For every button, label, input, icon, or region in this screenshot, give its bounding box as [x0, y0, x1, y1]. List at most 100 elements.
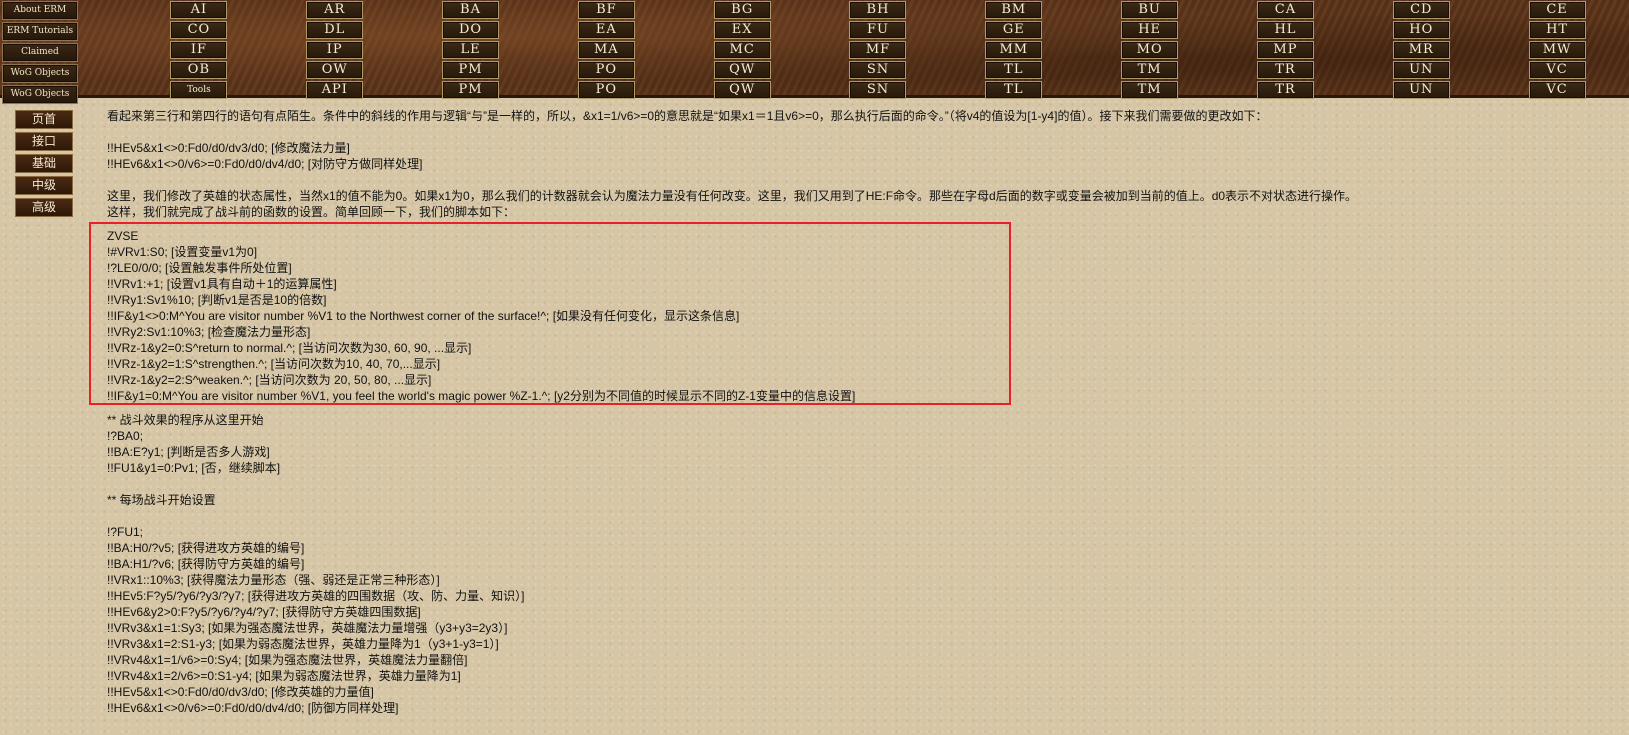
receiver-button-bm[interactable]: BM: [985, 1, 1043, 19]
side-nav-basic[interactable]: 基础: [15, 154, 73, 173]
grid-cell: PO: [538, 61, 674, 79]
receiver-button-tl[interactable]: TL: [985, 61, 1043, 79]
receiver-button-un[interactable]: UN: [1392, 61, 1450, 79]
nav-claimed[interactable]: Claimed: [2, 43, 78, 62]
grid-cell: SN: [810, 81, 946, 99]
script-line: !!HEv5:F?y5/?y6/?y3/?y7; [获得进攻方英雄的四围数据（攻…: [107, 589, 525, 603]
receiver-button-ho[interactable]: HO: [1392, 21, 1450, 39]
receiver-button-hl[interactable]: HL: [1256, 21, 1314, 39]
receiver-button-ob[interactable]: OB: [170, 61, 228, 79]
receiver-button-if[interactable]: IF: [170, 41, 228, 59]
receiver-button-tm[interactable]: TM: [1121, 61, 1179, 79]
script-line: !!VRy2:Sv1:10%3; [检查魔法力量形态]: [107, 325, 311, 339]
grid-cell: UN: [1353, 61, 1489, 79]
receiver-button-ba[interactable]: BA: [442, 1, 500, 19]
receiver-button-mo[interactable]: MO: [1121, 41, 1179, 59]
script-line: !!VRv4&x1=2/v6>=0:S1-y4; [如果为弱态魔法世界，英雄力量…: [107, 669, 461, 683]
receiver-button-ca[interactable]: CA: [1256, 1, 1314, 19]
receiver-button-tl[interactable]: TL: [985, 81, 1043, 99]
nav-about-erm[interactable]: About ERM: [2, 1, 78, 20]
script-line: !?BA0;: [107, 429, 144, 443]
receiver-button-co[interactable]: CO: [170, 21, 228, 39]
receiver-button-ar[interactable]: AR: [306, 1, 364, 19]
side-nav-top[interactable]: 页首: [15, 110, 73, 129]
receiver-button-bf[interactable]: BF: [577, 1, 635, 19]
receiver-button-pm[interactable]: PM: [442, 81, 500, 99]
receiver-button-ma[interactable]: MA: [577, 41, 635, 59]
grid-cell: PM: [403, 61, 539, 79]
grid-cell: BU: [1082, 1, 1218, 19]
grid-cell: IF: [131, 41, 267, 59]
grid-cell: TL: [946, 81, 1082, 99]
nav-wog-objects[interactable]: WoG Objects: [2, 64, 78, 83]
receiver-button-un[interactable]: UN: [1392, 81, 1450, 99]
receiver-button-ip[interactable]: IP: [306, 41, 364, 59]
receiver-button-bu[interactable]: BU: [1121, 1, 1179, 19]
side-nav-intermediate[interactable]: 中级: [15, 176, 73, 195]
code-line: !!HEv6&x1<>0/v6>=0:Fd0/d0/dv4/d0; [对防守方做…: [107, 157, 423, 171]
receiver-button-tr[interactable]: TR: [1256, 61, 1314, 79]
receiver-button-qw[interactable]: QW: [713, 61, 771, 79]
receiver-button-mr[interactable]: MR: [1392, 41, 1450, 59]
receiver-button-dl[interactable]: DL: [306, 21, 364, 39]
script-line: !!VRy1:Sv1%10; [判断v1是否是10的倍数]: [107, 293, 327, 307]
grid-cell: BF: [538, 1, 674, 19]
receiver-button-sn[interactable]: SN: [849, 81, 907, 99]
receiver-button-bh[interactable]: BH: [849, 1, 907, 19]
receiver-button-tr[interactable]: TR: [1256, 81, 1314, 99]
receiver-button-bg[interactable]: BG: [713, 1, 771, 19]
receiver-button-cd[interactable]: CD: [1392, 1, 1450, 19]
receiver-button-ea[interactable]: EA: [577, 21, 635, 39]
grid-cell: BH: [810, 1, 946, 19]
nav-wog-objects-2[interactable]: WoG Objects: [2, 85, 78, 104]
grid-cell: AR: [267, 1, 403, 19]
script-line: !!VRz-1&y2=2:S^weaken.^; [当访问次数为 20, 50,…: [107, 373, 432, 387]
grid-cell: TR: [1218, 81, 1354, 99]
receiver-button-ge[interactable]: GE: [985, 21, 1043, 39]
receiver-button-ai[interactable]: AI: [170, 1, 228, 19]
script-line: !!VRx1::10%3; [获得魔法力量形态（强、弱还是正常三种形态）]: [107, 573, 440, 587]
script-line: !!VRv4&x1=1/v6>=0:Sy4; [如果为强态魔法世界，英雄魔法力量…: [107, 653, 468, 667]
receiver-button-ce[interactable]: CE: [1528, 1, 1586, 19]
receiver-button-api[interactable]: API: [306, 81, 364, 99]
explanation-paragraph: 这里，我们修改了英雄的状态属性，当然x1的值不能为0。如果x1为0，那么我们的计…: [107, 189, 1358, 203]
receiver-button-po[interactable]: PO: [577, 81, 635, 99]
grid-cell: DO: [403, 21, 539, 39]
receiver-button-ow[interactable]: OW: [306, 61, 364, 79]
receiver-button-ex[interactable]: EX: [713, 21, 771, 39]
script-line: ** 战斗效果的程序从这里开始: [107, 413, 264, 427]
receiver-button-fu[interactable]: FU: [849, 21, 907, 39]
receiver-button-qw[interactable]: QW: [713, 81, 771, 99]
script-line: !!FU1&y1=0:Pv1; [否，继续脚本]: [107, 461, 281, 475]
receiver-button-tools[interactable]: Tools: [170, 81, 228, 99]
grid-cell: CO: [131, 21, 267, 39]
side-nav-interface[interactable]: 接口: [15, 132, 73, 151]
receiver-button-vc[interactable]: VC: [1528, 61, 1586, 79]
receiver-button-mc[interactable]: MC: [713, 41, 771, 59]
script-line: !!VRv1:+1; [设置v1具有自动＋1的运算属性]: [107, 277, 337, 291]
side-navigation: 页首 接口 基础 中级 高级: [15, 110, 73, 220]
receiver-button-mf[interactable]: MF: [849, 41, 907, 59]
receiver-button-vc[interactable]: VC: [1528, 81, 1586, 99]
receiver-button-tm[interactable]: TM: [1121, 81, 1179, 99]
grid-cell: CE: [1489, 1, 1625, 19]
grid-cell: SN: [810, 61, 946, 79]
receiver-button-mw[interactable]: MW: [1528, 41, 1586, 59]
receiver-button-he[interactable]: HE: [1121, 21, 1179, 39]
grid-cell: HE: [1082, 21, 1218, 39]
receiver-button-mp[interactable]: MP: [1256, 41, 1314, 59]
script-line: !!BA:H0/?v5; [获得进攻方英雄的编号]: [107, 541, 305, 555]
receiver-button-ht[interactable]: HT: [1528, 21, 1586, 39]
script-line: !!HEv6&y2>0:F?y5/?y6/?y4/?y7; [获得防守方英雄四围…: [107, 605, 421, 619]
script-line: !!HEv5&x1<>0:Fd0/d0/dv3/d0; [修改英雄的力量值]: [107, 685, 374, 699]
nav-erm-tutorials[interactable]: ERM Tutorials: [2, 22, 78, 41]
receiver-button-sn[interactable]: SN: [849, 61, 907, 79]
receiver-button-mm[interactable]: MM: [985, 41, 1043, 59]
side-nav-advanced[interactable]: 高级: [15, 198, 73, 217]
receiver-button-pm[interactable]: PM: [442, 61, 500, 79]
receiver-button-po[interactable]: PO: [577, 61, 635, 79]
script-line: ZVSE: [107, 229, 139, 243]
receiver-button-le[interactable]: LE: [442, 41, 500, 59]
receiver-button-do[interactable]: DO: [442, 21, 500, 39]
top-navigation-bar: About ERM ERM Tutorials Claimed WoG Obje…: [0, 0, 1629, 104]
